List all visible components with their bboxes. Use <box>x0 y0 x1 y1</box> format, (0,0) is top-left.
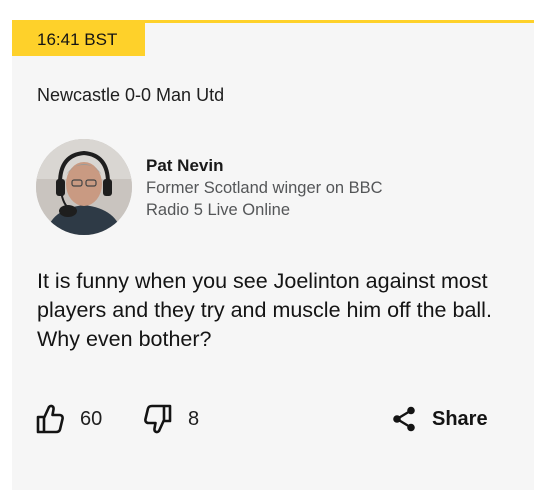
post-quote: It is funny when you see Joelinton again… <box>37 269 492 351</box>
like-count: 60 <box>80 407 103 430</box>
share-button[interactable]: Share <box>392 399 488 439</box>
thumbs-up-icon <box>36 404 64 434</box>
author-info: Pat Nevin Former Scotland winger on BBC … <box>146 155 386 221</box>
author-role: Former Scotland winger on BBC Radio 5 Li… <box>146 179 383 219</box>
author-name: Pat Nevin <box>146 156 224 175</box>
dislike-button[interactable]: 8 <box>144 399 199 439</box>
timestamp-badge: 16:41 BST <box>12 23 145 56</box>
like-button[interactable]: 60 <box>36 399 102 439</box>
share-label: Share <box>432 407 488 430</box>
dislike-count: 8 <box>188 407 200 430</box>
live-post-card: 16:41 BST Newcastle 0-0 Man Utd Pat Nevi… <box>12 20 534 490</box>
thumbs-down-icon <box>144 404 172 434</box>
post-actions: 60 8 Share <box>12 399 534 439</box>
author-avatar <box>36 139 132 235</box>
share-icon <box>392 406 416 432</box>
post-headline: Newcastle 0-0 Man Utd <box>37 85 225 105</box>
